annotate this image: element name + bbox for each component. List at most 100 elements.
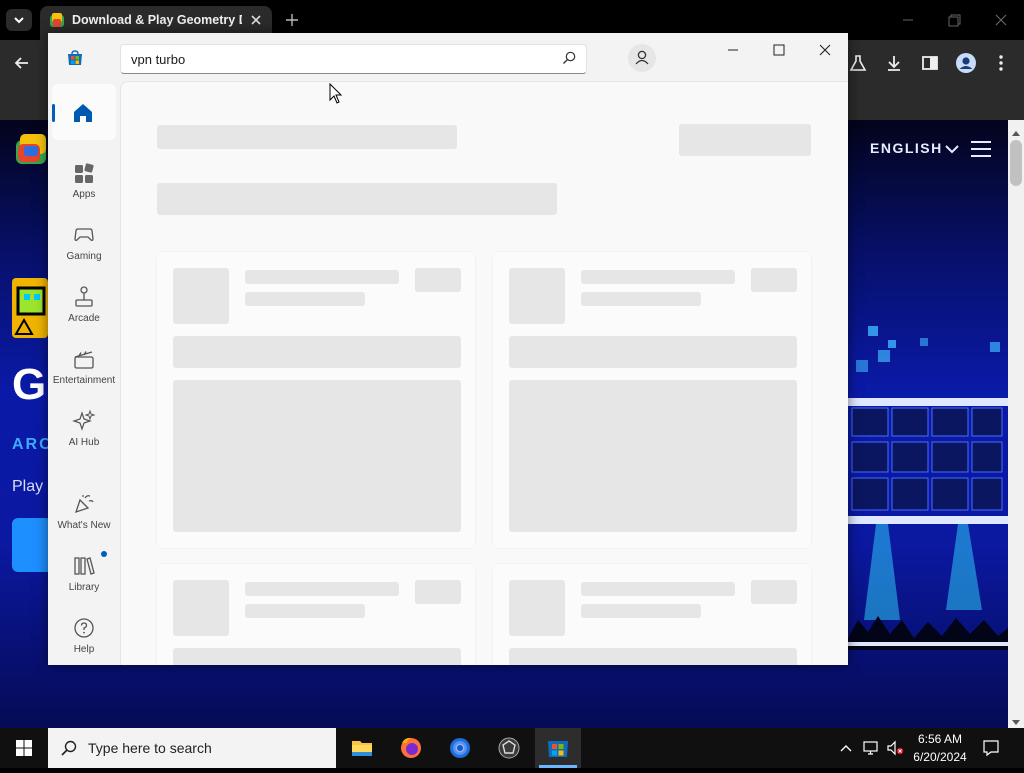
website-scroll-thumb[interactable] xyxy=(1010,140,1022,186)
download-cta-button[interactable] xyxy=(12,518,52,572)
person-icon xyxy=(635,50,649,65)
sidebar-item-whats-new[interactable]: What's New xyxy=(48,484,120,542)
game-thumbnail-icon[interactable] xyxy=(12,278,48,338)
chevron-down-icon[interactable] xyxy=(944,142,960,156)
skeleton-price xyxy=(751,580,797,604)
taskbar-ms-store[interactable] xyxy=(535,728,581,768)
hero-subtitle: Play xyxy=(12,478,44,495)
more-menu-icon[interactable] xyxy=(993,53,1009,73)
skeleton-line xyxy=(581,604,701,618)
sidebar-item-label: Library xyxy=(68,582,100,593)
tab-title: Download & Play Geometry Dash on PC xyxy=(72,13,242,27)
start-button[interactable] xyxy=(4,728,44,768)
clock-date[interactable]: 6/20/2024 xyxy=(908,750,972,766)
skeleton-line xyxy=(581,270,735,284)
close-browser-icon[interactable] xyxy=(993,12,1009,28)
clock-time[interactable]: 6:56 AM xyxy=(908,732,972,748)
skeleton-title xyxy=(157,125,457,149)
sidebar-item-label: Arcade xyxy=(68,313,100,324)
bluestacks-logo[interactable] xyxy=(14,132,50,168)
sidebar-item-library[interactable]: Library xyxy=(48,546,120,604)
skeleton-line xyxy=(581,582,735,596)
ms-store-window: Apps Gaming Arcade Entertainment AI Hub … xyxy=(48,33,848,665)
sidebar-item-entertainment[interactable]: Entertainment xyxy=(48,339,120,397)
minimize-icon[interactable] xyxy=(725,42,741,58)
game-artwork xyxy=(848,320,1008,728)
side-panel-icon[interactable] xyxy=(920,53,940,73)
skeleton-card xyxy=(157,564,475,665)
tab-search-button[interactable] xyxy=(6,9,32,31)
maximize-icon[interactable] xyxy=(771,42,787,58)
skeleton-line xyxy=(245,582,399,596)
taskbar-chrome[interactable] xyxy=(440,728,480,768)
back-arrow-icon[interactable] xyxy=(12,53,32,73)
bluestacks-favicon-icon xyxy=(49,13,65,29)
store-search-input[interactable] xyxy=(120,44,587,74)
website-scrollbar[interactable] xyxy=(1008,120,1024,728)
skeleton-price xyxy=(415,580,461,604)
skeleton-price xyxy=(751,268,797,292)
profile-avatar-icon[interactable] xyxy=(955,52,977,74)
sidebar-item-ai-hub[interactable]: AI Hub xyxy=(48,401,120,459)
skeleton-line xyxy=(173,336,461,368)
close-tab-icon[interactable] xyxy=(248,12,264,28)
volume-muted-icon[interactable] xyxy=(886,740,906,756)
notification-dot xyxy=(101,551,107,557)
taskbar-search-placeholder: Type here to search xyxy=(88,740,212,756)
store-sidebar: Apps Gaming Arcade Entertainment AI Hub … xyxy=(48,81,120,665)
scroll-down-icon[interactable] xyxy=(1011,714,1021,725)
firefox-icon xyxy=(401,737,421,758)
help-icon xyxy=(74,618,94,638)
sidebar-item-label: Apps xyxy=(72,189,96,200)
store-logo-icon xyxy=(548,741,568,757)
sidebar-item-apps[interactable]: Apps xyxy=(48,153,120,211)
sidebar-item-home[interactable] xyxy=(52,84,116,140)
network-icon[interactable] xyxy=(862,740,882,756)
windows-logo-icon xyxy=(16,740,32,756)
genre-label: ARC xyxy=(12,436,53,453)
sidebar-item-label: Help xyxy=(73,644,95,655)
language-selector[interactable]: ENGLISH xyxy=(870,140,943,156)
minimize-browser-icon[interactable] xyxy=(900,12,916,28)
sidebar-item-label: Entertainment xyxy=(52,375,116,386)
skeleton-line xyxy=(509,336,797,368)
sidebar-item-label: AI Hub xyxy=(68,437,100,448)
skeleton-price xyxy=(415,268,461,292)
chevron-up-icon[interactable] xyxy=(839,741,853,755)
hero-title: G xyxy=(12,360,47,409)
sidebar-item-arcade[interactable]: Arcade xyxy=(48,277,120,335)
hamburger-menu-icon[interactable] xyxy=(970,138,992,160)
skeleton-line xyxy=(509,648,797,665)
taskbar-app[interactable] xyxy=(489,728,529,768)
apps-icon xyxy=(75,163,94,183)
skeleton-card xyxy=(493,564,811,665)
taskbar-file-explorer[interactable] xyxy=(342,728,382,768)
skeleton-line xyxy=(245,604,365,618)
account-button[interactable] xyxy=(628,44,656,72)
notification-center-icon[interactable] xyxy=(981,738,1001,758)
skeleton-app-icon xyxy=(509,580,565,636)
home-icon xyxy=(74,104,92,122)
store-logo-icon xyxy=(66,49,84,67)
skeleton-line xyxy=(581,292,701,306)
store-content-area xyxy=(120,81,848,665)
skeleton-card xyxy=(493,252,811,548)
sparkle-icon xyxy=(72,409,96,431)
sidebar-item-gaming[interactable]: Gaming xyxy=(48,215,120,273)
labs-flask-icon[interactable] xyxy=(848,53,868,73)
close-icon[interactable] xyxy=(817,42,833,58)
chrome-icon xyxy=(450,738,470,758)
skeleton-screenshot xyxy=(509,380,797,532)
skeleton-app-icon xyxy=(173,268,229,324)
sidebar-item-label: Gaming xyxy=(66,251,102,262)
sidebar-item-help[interactable]: Help xyxy=(48,608,120,665)
search-icon[interactable] xyxy=(561,50,577,66)
skeleton-app-icon xyxy=(173,580,229,636)
new-tab-icon[interactable] xyxy=(283,11,301,29)
taskbar-firefox[interactable] xyxy=(391,728,431,768)
pentagon-app-icon xyxy=(498,737,520,759)
scroll-up-icon[interactable] xyxy=(1011,124,1021,136)
restore-browser-icon[interactable] xyxy=(947,12,963,28)
download-icon[interactable] xyxy=(884,53,904,73)
folder-icon xyxy=(352,741,372,756)
